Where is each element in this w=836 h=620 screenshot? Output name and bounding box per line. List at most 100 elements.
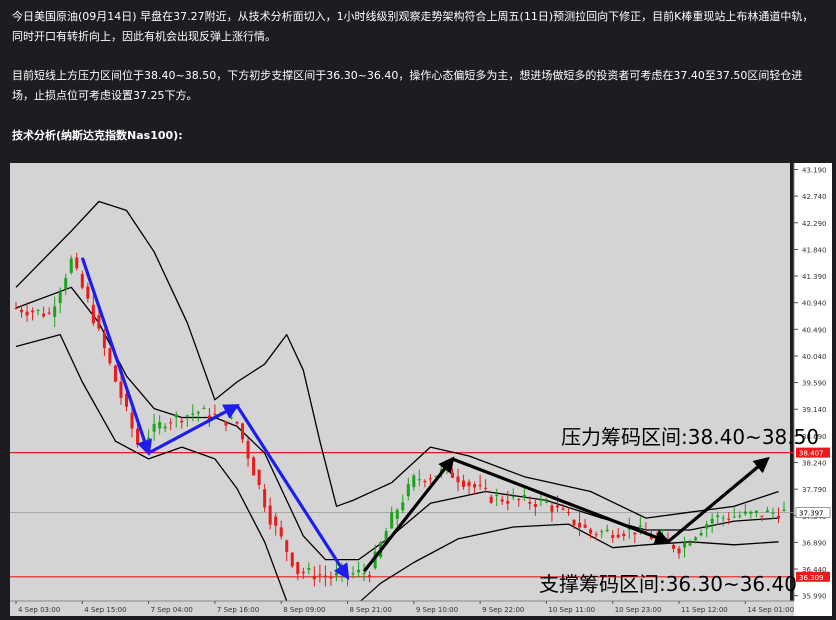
candle-body	[224, 421, 228, 426]
price-tick-label: 37.790	[802, 486, 827, 494]
candle-body	[611, 535, 615, 538]
price-chart: 43.190 42.740 42.290 41.840 41.390 40.940 40.4…	[10, 163, 832, 620]
candle-body	[633, 532, 637, 535]
candle-body	[406, 483, 410, 497]
candle-body	[450, 472, 454, 478]
candle-body	[246, 440, 250, 459]
candle-body	[583, 524, 587, 528]
candle-body	[257, 469, 261, 485]
candle-body	[307, 568, 311, 570]
candle-body	[290, 552, 294, 567]
candle-body	[694, 537, 698, 541]
candle-body	[31, 310, 35, 313]
candle-body	[152, 423, 156, 432]
candle-body	[749, 511, 753, 514]
candle-body	[671, 544, 676, 549]
article-paragraph-2: 目前短线上方压力区间位于38.40~38.50，下方初步支撑区间于36.30~3…	[12, 69, 803, 102]
candle-body	[522, 494, 526, 498]
candle-body	[58, 292, 62, 304]
candle-body	[473, 484, 477, 488]
candle-body	[20, 309, 24, 313]
candle-body	[274, 516, 278, 526]
candle-body	[517, 499, 521, 501]
candle-body	[169, 422, 173, 424]
candle-body	[25, 311, 29, 316]
candle-body	[462, 480, 466, 487]
candle-body	[677, 548, 681, 554]
candle-body	[539, 499, 543, 501]
candle-body	[743, 511, 747, 514]
candle-body	[329, 576, 333, 579]
price-tick-label: 42.290	[802, 220, 827, 228]
time-tick-label: 4 Sep 03:00	[18, 606, 60, 614]
candle-body	[191, 413, 195, 415]
candle-body	[555, 505, 559, 508]
candle-body	[716, 515, 720, 518]
price-tick-label: 40.040	[802, 353, 827, 361]
candle-body	[495, 495, 499, 497]
candle-body	[241, 423, 245, 440]
candle-body	[323, 575, 327, 577]
price-axis-background	[794, 163, 832, 616]
price-tick-label: 40.490	[802, 326, 827, 334]
time-tick-label: 11 Sep 12:00	[681, 606, 728, 614]
candle-body	[528, 502, 532, 504]
candle-body	[47, 312, 51, 314]
candle-body	[334, 572, 338, 576]
time-tick-label: 14 Sep 01:00	[747, 606, 794, 614]
candle-body	[589, 529, 593, 534]
candle	[252, 455, 256, 476]
time-tick-label: 10 Sep 23:00	[615, 606, 662, 614]
candle-body	[417, 479, 421, 481]
annotation-resistance: 压力筹码区间:38.40~38.50	[561, 425, 819, 449]
candle-body	[235, 421, 239, 424]
candle-body	[605, 529, 609, 532]
time-tick-label: 7 Sep 16:00	[217, 606, 259, 614]
candle-body	[279, 527, 283, 537]
candle-body	[312, 575, 316, 580]
candle-body	[511, 496, 515, 498]
candle-body	[119, 381, 123, 398]
candle-body	[456, 476, 460, 483]
section-title: 技术分析(纳斯达克指数Nas100):	[12, 129, 183, 142]
price-tick-label: 35.990	[802, 593, 827, 601]
price-tick-label: 41.840	[802, 246, 827, 254]
candle-body	[69, 258, 73, 273]
candle-body	[732, 516, 736, 518]
candle-body	[401, 502, 405, 511]
time-axis-background	[10, 601, 794, 616]
time-axis: 4 Sep 03:00 4 Sep 15:00 7 Sep 04:00 7 Sep 1…	[10, 600, 794, 616]
candle-body	[86, 286, 90, 299]
level-badge-label: 38.407	[799, 450, 824, 458]
candle-body	[710, 518, 714, 524]
candle-body	[318, 574, 322, 576]
candle-body	[765, 510, 769, 513]
annotation-support: 支撑筹码区间:36.30~36.40	[539, 572, 797, 596]
time-tick-label: 8 Sep 21:00	[350, 606, 392, 614]
candle	[290, 552, 294, 569]
candle-body	[683, 542, 687, 548]
candle-body	[423, 480, 427, 483]
candle-body	[550, 505, 554, 512]
time-tick-label: 9 Sep 22:00	[482, 606, 524, 614]
candle-body	[776, 515, 780, 519]
candle-body	[296, 562, 300, 574]
candle-body	[467, 481, 471, 487]
time-tick-label: 4 Sep 15:00	[84, 606, 126, 614]
candle-body	[754, 510, 758, 514]
price-tick-label: 41.390	[802, 273, 827, 281]
candle-body	[213, 413, 217, 415]
candle-body	[705, 524, 709, 529]
candle-body	[533, 504, 537, 508]
current-price-label: 37.397	[799, 509, 824, 517]
candle	[113, 364, 117, 383]
price-tick-label: 38.240	[802, 459, 827, 467]
candle-body	[622, 533, 626, 537]
candle-body	[395, 509, 399, 519]
candle-body	[42, 313, 46, 317]
candle-body	[760, 515, 764, 517]
candle-body	[638, 525, 642, 527]
candle-body	[412, 475, 416, 488]
candle-body	[594, 534, 598, 536]
candle-body	[688, 543, 692, 546]
